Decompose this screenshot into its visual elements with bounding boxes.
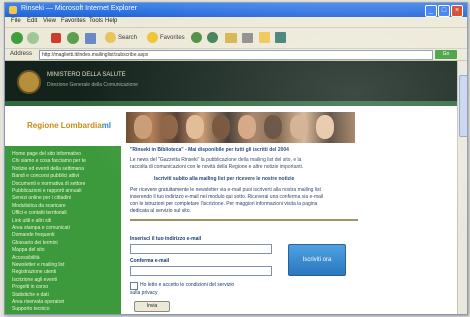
home-icon[interactable] — [85, 33, 96, 44]
banner-photo — [290, 115, 308, 139]
browser-icon — [9, 6, 17, 14]
forward-icon[interactable] — [27, 32, 39, 44]
menu-bar: File Edit View Favorites Tools Help — [5, 17, 467, 28]
headline: "Rinseki in Biblioteca" - Mai disponibil… — [130, 147, 289, 153]
terms-label: Ho letto e accetto le condizioni del ser… — [140, 282, 235, 288]
banner-photo — [316, 115, 334, 139]
go-button[interactable]: Go — [435, 50, 457, 59]
search-label[interactable]: Search — [118, 35, 137, 41]
emblem-icon — [17, 70, 41, 94]
sidebar-link[interactable]: Notizie ed eventi della settimana — [12, 166, 116, 173]
sidebar-link[interactable]: Area stampa e comunicati — [12, 225, 116, 232]
body-text-line: con le istruzioni per completare l'iscri… — [130, 201, 318, 207]
banner-photo — [212, 115, 230, 139]
body-text-line: inserendo il tuo indirizzo e-mail nel mo… — [130, 194, 324, 200]
menu-edit[interactable]: Edit — [27, 18, 37, 24]
menu-favorites[interactable]: Favorites — [61, 18, 86, 24]
terms-checkbox[interactable] — [130, 282, 138, 290]
history-icon[interactable] — [207, 32, 218, 43]
minimize-button[interactable]: _ — [425, 5, 437, 17]
site-title: MINISTERO DELLA SALUTE — [47, 72, 126, 78]
terms-label-continued: sulla privacy — [130, 290, 158, 296]
favorites-label[interactable]: Favorites — [160, 35, 185, 41]
sidebar-link[interactable]: Chi siamo e cosa facciamo per te — [12, 158, 116, 165]
sidebar-link[interactable]: Statistiche e dati — [12, 292, 116, 299]
sidebar-link[interactable]: Mappa del sito — [12, 247, 116, 254]
email-label: Inserisci il tuo indirizzo e-mail — [130, 236, 202, 242]
sidebar-link[interactable]: Registrazione utenti — [12, 269, 116, 276]
menu-file[interactable]: File — [11, 18, 21, 24]
banner-photo — [238, 115, 256, 139]
sidebar: Home page del sito informativo Chi siamo … — [5, 146, 121, 314]
sidebar-link[interactable]: Iscrizione agli eventi — [12, 277, 116, 284]
print-icon[interactable] — [242, 33, 253, 43]
sidebar-link[interactable]: Modulistica da scaricare — [12, 203, 116, 210]
site-subtitle: Direzione Generale della Comunicazione — [47, 82, 138, 88]
edit-icon[interactable] — [259, 32, 270, 43]
address-input[interactable]: http://maglietti.it/index.mailinglist/su… — [39, 50, 433, 60]
media-icon[interactable] — [191, 32, 202, 43]
maximize-button[interactable]: □ — [438, 5, 450, 17]
main-content: "Rinseki in Biblioteca" - Mai disponibil… — [126, 145, 362, 314]
sidebar-link[interactable]: Documenti e normativa di settore — [12, 181, 116, 188]
menu-view[interactable]: View — [43, 18, 56, 24]
sidebar-link[interactable]: Home page del sito informativo — [12, 151, 116, 158]
search-icon[interactable] — [105, 32, 116, 43]
address-label: Address — [10, 51, 33, 57]
sidebar-link[interactable]: Glossario dei termini — [12, 240, 116, 247]
sidebar-link[interactable]: Domande frequenti — [12, 232, 116, 239]
menu-help[interactable]: Help — [105, 18, 117, 24]
body-text-line: dedicata al servizio sul sito. — [130, 208, 191, 214]
close-button[interactable]: × — [451, 5, 463, 17]
confirm-email-label: Conferma e-mail — [130, 258, 170, 264]
confirm-email-field[interactable] — [130, 266, 272, 276]
intro-text-line: raccolta di comunicazioni con le novità … — [130, 164, 304, 170]
discuss-icon[interactable] — [275, 32, 286, 43]
sidebar-link[interactable]: Area riservata operatori — [12, 299, 116, 306]
monitor-screen: Rinseki — Microsoft Internet Explorer _ … — [0, 0, 470, 317]
address-bar: Address http://maglietti.it/index.mailin… — [5, 49, 467, 61]
sidebar-link[interactable]: Newsletter e mailing list — [12, 262, 116, 269]
banner-photo — [160, 115, 178, 139]
toolbar: Search Favorites — [5, 28, 467, 49]
subscribe-button[interactable]: Iscriviti ora — [288, 244, 346, 276]
sidebar-link[interactable]: Uffici e contatti territoriali — [12, 210, 116, 217]
sidebar-link[interactable]: Supporto tecnico — [12, 306, 116, 313]
window-title: Rinseki — Microsoft Internet Explorer — [21, 5, 137, 12]
favorites-icon[interactable] — [147, 32, 158, 43]
site-header: MINISTERO DELLA SALUTE Direzione General… — [5, 61, 467, 101]
banner-photo — [186, 115, 204, 139]
browser-window: Rinseki — Microsoft Internet Explorer _ … — [4, 2, 468, 315]
body-text-line: Per ricevere gratuitamente le newsletter… — [130, 187, 321, 193]
sidebar-link[interactable]: Accessibilità — [12, 255, 116, 262]
photo-banner — [126, 112, 355, 143]
logo-accent: ml — [101, 121, 112, 130]
sidebar-link[interactable]: Link utili e altri siti — [12, 218, 116, 225]
banner-photo — [264, 115, 282, 139]
intro-text-line: Le news del "Gazzetta Rinseki" la pubbli… — [130, 157, 302, 163]
mail-icon[interactable] — [225, 33, 237, 43]
sidebar-link[interactable]: Bandi e concorsi pubblici attivi — [12, 173, 116, 180]
subheading: Iscriviti subito alla mailing list per r… — [154, 176, 295, 182]
back-icon[interactable] — [11, 32, 23, 44]
logo-area: Regione Lombardiaml — [5, 106, 121, 146]
refresh-icon[interactable] — [67, 32, 79, 44]
banner-photo — [134, 115, 152, 139]
title-bar[interactable]: Rinseki — Microsoft Internet Explorer _ … — [5, 3, 467, 17]
sidebar-link[interactable]: Progetti in corso — [12, 284, 116, 291]
sidebar-link[interactable]: Pubblicazioni e rapporti annuali — [12, 188, 116, 195]
submit-button[interactable]: Invia — [134, 301, 170, 312]
content-divider — [130, 219, 358, 221]
vertical-scrollbar[interactable] — [457, 61, 467, 314]
site-logo[interactable]: Regione Lombardiaml — [27, 121, 111, 130]
sidebar-link[interactable]: Servizi online per i cittadini — [12, 195, 116, 202]
email-field[interactable] — [130, 244, 272, 254]
stop-icon[interactable] — [51, 33, 61, 43]
logo-text: Regione Lombardia — [27, 121, 102, 130]
scrollbar-thumb[interactable] — [459, 75, 467, 137]
menu-tools[interactable]: Tools — [89, 18, 103, 24]
